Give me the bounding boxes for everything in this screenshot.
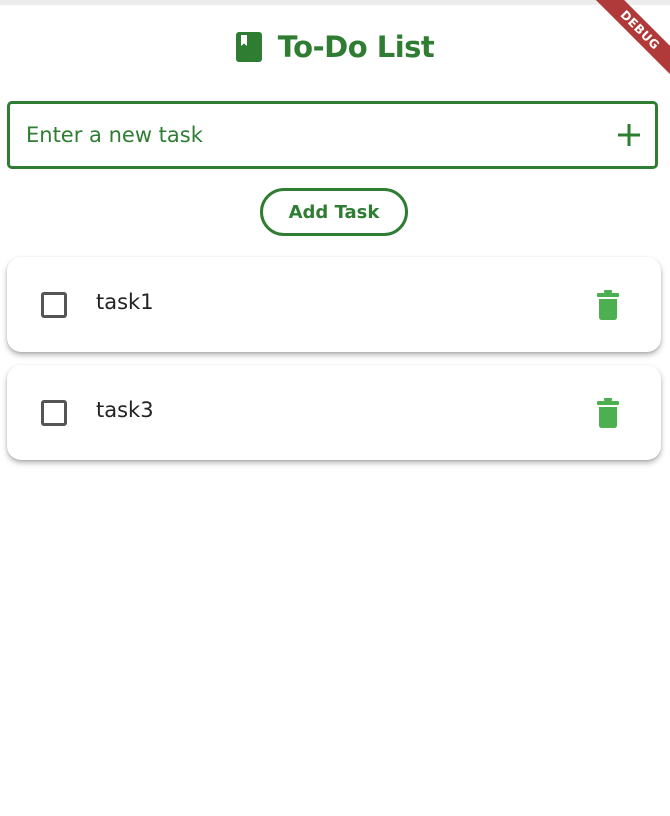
task-input[interactable] [10, 104, 603, 166]
plus-icon [618, 124, 640, 146]
add-task-icon-button[interactable] [603, 104, 655, 166]
page-title: To-Do List [277, 30, 435, 64]
book-icon [235, 32, 262, 62]
delete-task-button[interactable] [594, 289, 622, 321]
debug-label: DEBUG [590, 0, 670, 80]
task-input-field [7, 101, 658, 169]
delete-task-button[interactable] [594, 397, 622, 429]
task-label: task1 [96, 290, 154, 314]
todo-app: To-Do List DEBUG Add Task task1 [0, 0, 670, 816]
task-item: task1 [7, 257, 661, 352]
task-label: task3 [96, 398, 154, 422]
add-task-button[interactable]: Add Task [260, 188, 408, 236]
trash-icon [597, 398, 619, 428]
trash-icon [597, 290, 619, 320]
task-list: task1 task3 [7, 257, 661, 473]
debug-banner: DEBUG [560, 0, 670, 110]
task-item: task3 [7, 365, 661, 460]
task-checkbox[interactable] [41, 292, 67, 318]
task-checkbox[interactable] [41, 400, 67, 426]
